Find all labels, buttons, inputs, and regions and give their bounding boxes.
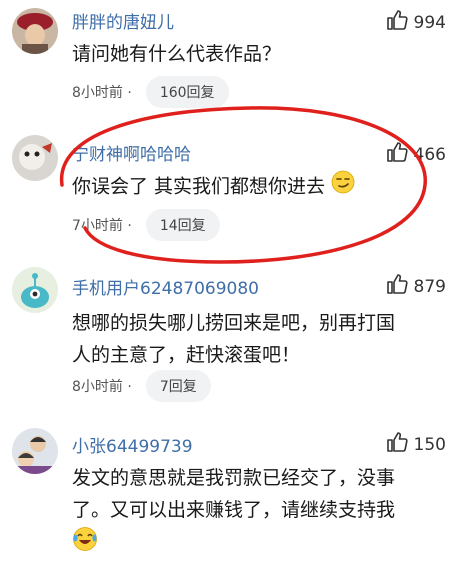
reply-count-button[interactable]: 160回复: [145, 76, 229, 108]
comment-meta: 7小时前 · 14回复: [72, 209, 220, 241]
username[interactable]: 胖胖的唐妞儿: [72, 8, 174, 33]
timestamp: 8小时前 ·: [72, 379, 132, 395]
thumbs-up-icon: [385, 430, 409, 459]
like-count: 879: [413, 276, 446, 297]
avatar[interactable]: [12, 428, 58, 474]
reply-count-button[interactable]: 7回复: [145, 370, 211, 402]
thumbs-up-icon: [385, 272, 409, 301]
comment-meta: 8小时前 · 160回复: [72, 76, 229, 108]
username[interactable]: 宁财神啊哈哈哈: [72, 140, 191, 165]
timestamp: 8小时前 ·: [72, 85, 132, 101]
like-button[interactable]: 994: [385, 8, 446, 37]
comment-text: 想哪的损失哪儿捞回来是吧，别再打国 人的主意了，赶快滚蛋吧！: [72, 312, 396, 366]
avatar[interactable]: [12, 8, 58, 54]
comment-text: 发文的意思就是我罚款已经交了，没事 了。又可以出来赚钱了，请继续支持我: [72, 462, 447, 556]
comment-text: 请问她有什么代表作品？: [72, 43, 282, 65]
avatar[interactable]: [12, 267, 58, 313]
avatar[interactable]: [12, 135, 58, 181]
comment-meta: 8小时前 · 7回复: [72, 370, 211, 402]
like-count: 150: [413, 434, 446, 455]
like-count: 466: [413, 144, 446, 165]
timestamp: 7小时前 ·: [72, 218, 132, 234]
like-button[interactable]: 466: [385, 140, 446, 169]
comment-text: 你误会了 其实我们都想你进去: [72, 170, 447, 204]
thumbs-up-icon: [385, 8, 409, 37]
username[interactable]: 手机用户62487069080: [72, 274, 259, 299]
like-button[interactable]: 879: [385, 272, 446, 301]
reply-count-button[interactable]: 14回复: [145, 209, 220, 241]
like-count: 994: [413, 12, 446, 33]
laughing-crying-emoji: [72, 526, 98, 562]
thumbs-up-icon: [385, 140, 409, 169]
like-button[interactable]: 150: [385, 430, 446, 459]
smirk-emoji: [331, 170, 355, 204]
username[interactable]: 小张64499739: [72, 432, 193, 457]
